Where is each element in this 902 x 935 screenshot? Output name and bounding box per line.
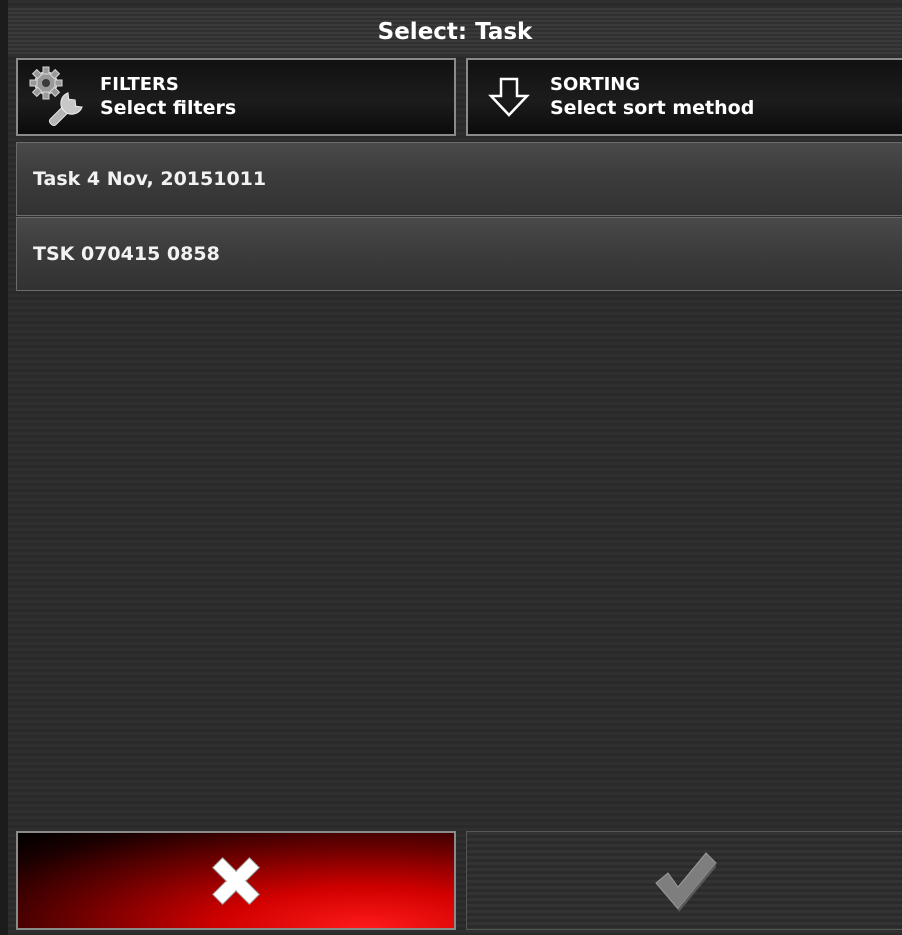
- sorting-subtitle: Select sort method: [550, 97, 755, 119]
- filters-heading: FILTERS: [100, 74, 179, 95]
- cancel-button[interactable]: [16, 831, 456, 930]
- task-list: Task 4 Nov, 20151011 TSK 070415 0858: [16, 142, 902, 291]
- confirm-button[interactable]: [466, 831, 902, 930]
- task-label: TSK 070415 0858: [33, 243, 220, 265]
- sorting-heading: SORTING: [550, 74, 641, 95]
- arrow-down-icon: [468, 62, 550, 132]
- close-icon: [211, 856, 261, 905]
- filters-button[interactable]: FILTERS Select filters: [16, 58, 456, 136]
- select-task-dialog: Select: Task FILTERS Select filters SORT…: [8, 0, 902, 935]
- task-label: Task 4 Nov, 20151011: [33, 168, 267, 190]
- task-list-item[interactable]: Task 4 Nov, 20151011: [16, 142, 902, 216]
- checkmark-icon: [654, 851, 717, 912]
- filters-subtitle: Select filters: [100, 97, 237, 119]
- dialog-title-text: Select: Task: [377, 19, 533, 45]
- task-list-item[interactable]: TSK 070415 0858: [16, 217, 902, 291]
- sorting-button[interactable]: SORTING Select sort method: [466, 58, 902, 136]
- wrench-gear-icon: [18, 62, 100, 132]
- dialog-title: Select: Task: [8, 8, 902, 56]
